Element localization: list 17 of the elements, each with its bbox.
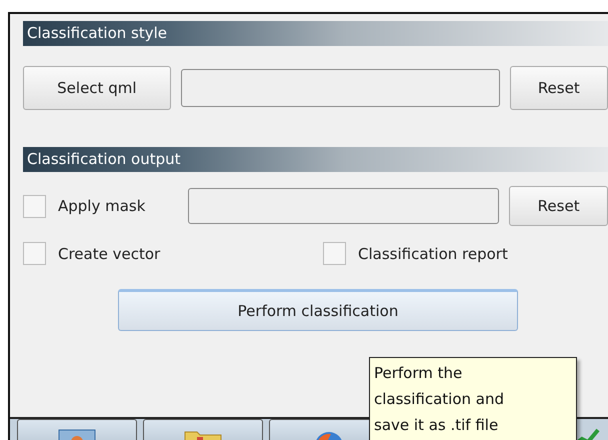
checkbox[interactable]	[23, 194, 46, 218]
select-qml-button[interactable]: Select qml	[23, 66, 171, 110]
qml-path-field[interactable]	[180, 69, 500, 107]
checkbox-label: Apply mask	[58, 197, 146, 215]
checkbox-label: Create vector	[58, 244, 162, 262]
checkbox-label: Classification report	[358, 244, 508, 262]
checkbox[interactable]	[23, 242, 46, 265]
tooltip-text: classification and	[374, 389, 506, 410]
section-header: Classification style	[23, 21, 608, 46]
reset-button[interactable]: Reset	[509, 186, 608, 226]
perform-classification-button[interactable]: Perform classification	[118, 289, 518, 331]
tooltip-text: Perform the	[374, 363, 464, 384]
checkbox[interactable]	[323, 242, 346, 265]
mask-path-field[interactable]	[188, 188, 500, 224]
tooltip-text: save it as .tif file	[374, 415, 500, 436]
section-header: Classification output	[23, 147, 608, 172]
reset-button[interactable]: Reset	[510, 66, 608, 110]
